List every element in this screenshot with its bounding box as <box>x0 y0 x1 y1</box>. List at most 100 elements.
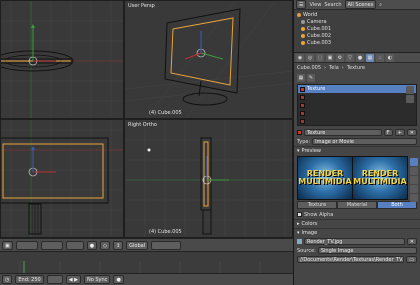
editor-type-button[interactable]: ▣ <box>2 240 13 250</box>
texture-name-field[interactable]: Texture <box>304 129 382 136</box>
outliner-editor-button[interactable]: ☰ <box>296 0 307 9</box>
material-texture-icon[interactable]: ▦ <box>297 73 305 82</box>
cube-preview-icon[interactable] <box>410 176 418 184</box>
outliner-search-menu[interactable]: Search <box>324 2 341 8</box>
texture-icon <box>300 102 305 108</box>
texture-slot[interactable] <box>298 109 416 117</box>
texture-icon <box>297 130 302 135</box>
viewport-bottom-left[interactable] <box>0 119 124 238</box>
preview-text: MULTIMIDIA <box>298 177 352 186</box>
texture-slot[interactable] <box>298 117 416 125</box>
particles-tab-icon[interactable]: ∴ <box>376 53 384 62</box>
brush-texture-icon[interactable]: ✎ <box>307 73 315 82</box>
disclosure-down-icon: ▾ <box>297 148 300 154</box>
pivot-button[interactable]: ◇ <box>100 240 110 250</box>
timeline-header: ◷ End: 250 ◀ ▶ No Sync ● <box>0 273 293 285</box>
show-alpha-row: Show Alpha <box>294 210 420 219</box>
texture-slot[interactable]: Texture <box>298 85 416 93</box>
play-controls[interactable]: ◀ ▶ <box>65 275 81 284</box>
outliner-item[interactable]: Cube.001 <box>297 25 417 32</box>
texture-slot[interactable] <box>298 93 416 101</box>
preview-panel-header[interactable]: ▾ Preview <box>294 146 420 155</box>
texture-tab-icon[interactable]: ▦ <box>366 53 374 62</box>
texture-slot-label: Texture <box>307 86 326 92</box>
preview-mode-toggle: Texture Material Both <box>297 201 417 209</box>
mesh-icon <box>301 40 305 45</box>
source-dropdown[interactable]: Single Image <box>317 247 417 254</box>
monkey-preview-icon[interactable] <box>410 185 418 193</box>
view-menu-button[interactable] <box>15 240 38 250</box>
physics-tab-icon[interactable]: ◐ <box>386 53 394 62</box>
texture-slot[interactable] <box>298 101 416 109</box>
colors-panel-header[interactable]: ▸ Colors <box>294 219 420 228</box>
image-panel-header[interactable]: ▾ Image <box>294 228 420 237</box>
unlink-image-button[interactable]: ✕ <box>406 238 417 245</box>
unlink-button[interactable]: ✕ <box>406 129 417 136</box>
move-up-icon[interactable] <box>406 86 414 94</box>
viewport-user-persp[interactable]: User Persp (4) Cube.005 <box>124 0 293 119</box>
filepath-row: //Documents\Render\Texturas\Render_TV.jp… <box>294 255 420 264</box>
fake-user-button[interactable]: F <box>383 129 393 136</box>
outliner-item[interactable]: World <box>297 11 417 18</box>
orientation-dropdown[interactable]: Global <box>126 240 149 250</box>
render-tab-icon[interactable]: ◉ <box>296 53 304 62</box>
outliner-header: ☰ View Search All Scenes ⌕ <box>294 0 420 10</box>
viewport-object-label: (4) Cube.005 <box>149 229 182 235</box>
timeline[interactable] <box>0 251 293 273</box>
keying-button[interactable]: ● <box>113 275 124 284</box>
search-icon[interactable]: ⌕ <box>379 2 382 8</box>
end-frame-field[interactable]: End: 250 <box>15 275 44 284</box>
shading-button[interactable]: ● <box>86 240 98 250</box>
sync-dropdown[interactable]: No Sync <box>83 275 111 284</box>
breadcrumb: Cube.005 › Tela › Texture <box>294 63 420 73</box>
move-down-icon[interactable] <box>406 95 414 103</box>
preview-material-button[interactable]: Material <box>337 201 377 209</box>
preview-texture-button[interactable]: Texture <box>297 201 337 209</box>
show-alpha-checkbox[interactable] <box>297 212 302 217</box>
texture-slot-list[interactable]: Texture <box>297 84 417 126</box>
texture-icon <box>300 118 305 124</box>
timeline-editor-button[interactable]: ◷ <box>2 275 13 284</box>
mesh-icon <box>301 33 305 38</box>
viewport-grid <box>1 1 123 118</box>
texture-icon <box>300 94 305 100</box>
world-tab-icon[interactable]: ◌ <box>316 53 324 62</box>
outliner-item[interactable]: Camera <box>297 18 417 25</box>
flat-preview-icon[interactable] <box>410 158 418 166</box>
data-tab-icon[interactable]: ▽ <box>346 53 354 62</box>
filepath-field[interactable]: //Documents\Render\Texturas\Render_TV.jp… <box>297 256 405 263</box>
mode-button[interactable] <box>65 240 84 250</box>
sphere-preview-icon[interactable] <box>410 167 418 175</box>
breadcrumb-material: Tela <box>329 65 339 71</box>
new-texture-button[interactable]: + <box>394 129 405 136</box>
image-name-field[interactable]: Render_TV.jpg <box>304 238 405 245</box>
object-tab-icon[interactable]: ▣ <box>326 53 334 62</box>
modifier-tab-icon[interactable]: ⚙ <box>336 53 344 62</box>
texture-type-dropdown[interactable]: Image or Movie <box>312 138 417 145</box>
outliner-scenes-dropdown[interactable]: All Scenes <box>344 0 377 9</box>
current-frame-field[interactable] <box>46 275 63 284</box>
layers-button[interactable] <box>151 240 182 250</box>
image-title: Image <box>301 230 318 236</box>
outliner-tree[interactable]: World Camera Cube.001 Cube.002 Cube.003 <box>294 10 420 53</box>
outliner-view-menu[interactable]: View <box>309 2 321 8</box>
chevron-right-icon: › <box>341 65 344 71</box>
viewport-top-left[interactable] <box>0 0 124 119</box>
outliner-item[interactable]: Cube.002 <box>297 32 417 39</box>
texture-preview: RENDER MULTIMIDIA RENDER MULTIMIDIA <box>297 156 408 200</box>
type-label: Type: <box>297 138 311 145</box>
folder-icon[interactable]: ▭ <box>406 256 417 263</box>
scene-tab-icon[interactable]: ◎ <box>306 53 314 62</box>
outliner-item-label: Cube.001 <box>307 25 332 32</box>
preview-title: Preview <box>301 148 321 154</box>
manipulator-button[interactable]: ↕ <box>112 240 124 250</box>
hair-preview-icon[interactable] <box>410 194 418 202</box>
viewport-right-ortho[interactable]: Right Ortho (4) Cube.005 <box>124 119 293 238</box>
properties-tabs: ◉ ◎ ◌ ▣ ⚙ ▽ ● ▦ ∴ ◐ <box>294 53 420 63</box>
mesh-icon <box>301 26 305 31</box>
outliner-item[interactable]: Cube.003 <box>297 39 417 46</box>
texture-icon <box>300 110 305 116</box>
material-tab-icon[interactable]: ● <box>356 53 364 62</box>
viewport-grid <box>125 120 292 237</box>
select-menu-button[interactable] <box>40 240 63 250</box>
